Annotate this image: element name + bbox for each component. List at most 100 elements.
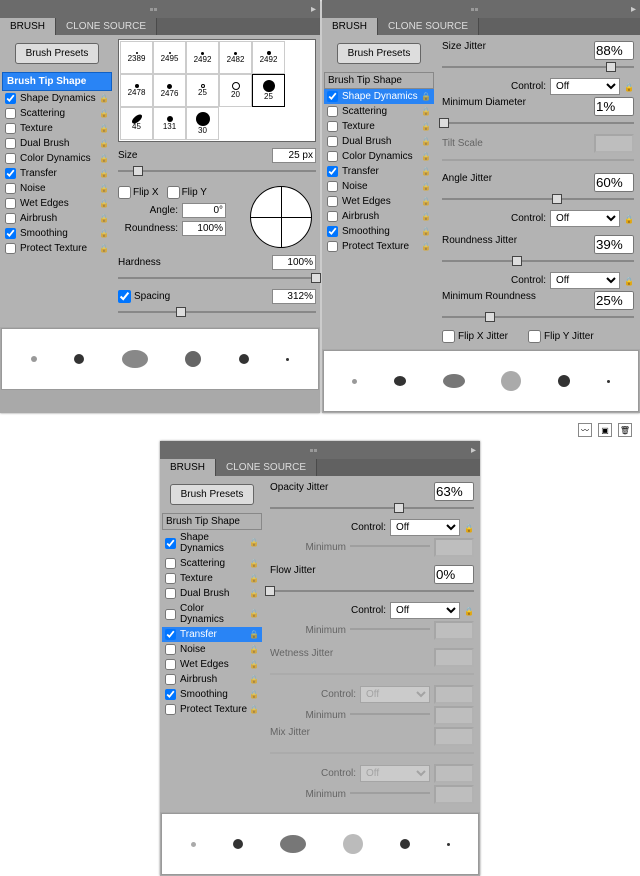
min-diameter-input[interactable]: [594, 97, 634, 116]
sidebar-smoothing[interactable]: Smoothing: [324, 224, 434, 239]
sidebar-shape-dynamics[interactable]: Shape Dynamics: [324, 89, 434, 104]
tab-clone-source[interactable]: CLONE SOURCE: [56, 18, 157, 35]
flow-jitter-input[interactable]: [434, 565, 474, 584]
flow-jitter-slider[interactable]: [270, 586, 474, 596]
brush-sample[interactable]: 45: [120, 107, 153, 140]
sidebar-texture[interactable]: Texture: [324, 119, 434, 134]
sidebar-color-dynamics[interactable]: Color Dynamics: [324, 149, 434, 164]
angle-jitter-slider[interactable]: [442, 194, 634, 204]
brush-presets-button[interactable]: Brush Presets: [170, 484, 255, 505]
min-roundness-input[interactable]: [594, 291, 634, 310]
sidebar-airbrush[interactable]: Airbrush: [2, 211, 112, 226]
sidebar-brush-tip-shape[interactable]: Brush Tip Shape: [162, 513, 262, 530]
close-icon[interactable]: ▸: [467, 445, 480, 456]
min-roundness-slider[interactable]: [442, 312, 634, 322]
sidebar-shape-dynamics[interactable]: Shape Dynamics: [2, 91, 112, 106]
tab-clone-source[interactable]: CLONE SOURCE: [216, 459, 317, 476]
hardness-slider[interactable]: [118, 273, 316, 283]
sidebar-brush-tip-shape[interactable]: Brush Tip Shape: [2, 72, 112, 91]
flip-y-checkbox[interactable]: Flip Y: [167, 186, 207, 199]
sidebar-dual-brush[interactable]: Dual Brush: [2, 136, 112, 151]
spacing-checkbox[interactable]: Spacing: [118, 290, 170, 303]
brush-preview-icon[interactable]: 〰: [578, 423, 592, 437]
lock-icon: [99, 109, 109, 119]
flow-control-select[interactable]: Off: [390, 602, 460, 619]
brush-sample[interactable]: 2478: [120, 74, 153, 107]
sidebar-brush-tip-shape[interactable]: Brush Tip Shape: [324, 72, 434, 89]
tab-brush[interactable]: BRUSH: [322, 18, 378, 35]
roundness-input[interactable]: [182, 221, 226, 236]
sidebar-dual-brush[interactable]: Dual Brush: [324, 134, 434, 149]
sidebar-protect-texture[interactable]: Protect Texture: [324, 239, 434, 254]
sidebar-scattering[interactable]: Scattering: [2, 106, 112, 121]
close-icon[interactable]: ▸: [627, 4, 640, 15]
angle-widget[interactable]: [250, 186, 312, 248]
sidebar-wet-edges[interactable]: Wet Edges: [162, 657, 262, 672]
brush-sample[interactable]: 25: [186, 74, 219, 107]
spacing-input[interactable]: [272, 289, 316, 304]
size-input[interactable]: [272, 148, 316, 163]
roundness-control-select[interactable]: Off: [550, 272, 620, 289]
brush-sample-selected[interactable]: 25: [252, 74, 285, 107]
sidebar-smoothing[interactable]: Smoothing: [162, 687, 262, 702]
brush-sample[interactable]: 2492: [186, 41, 219, 74]
angle-control-select[interactable]: Off: [550, 210, 620, 227]
sidebar-shape-dynamics[interactable]: Shape Dynamics: [162, 530, 262, 556]
lock-icon: [421, 167, 431, 177]
size-slider[interactable]: [118, 166, 316, 176]
brush-sample[interactable]: 20: [219, 74, 252, 107]
close-icon[interactable]: ▸: [307, 4, 320, 15]
sidebar-texture[interactable]: Texture: [162, 571, 262, 586]
roundness-jitter-input[interactable]: [594, 235, 634, 254]
sidebar-protect-texture[interactable]: Protect Texture: [2, 241, 112, 256]
tab-brush[interactable]: BRUSH: [160, 459, 216, 476]
angle-jitter-input[interactable]: [594, 173, 634, 192]
delete-icon[interactable]: 🗑: [618, 423, 632, 437]
sidebar-wet-edges[interactable]: Wet Edges: [324, 194, 434, 209]
sidebar-transfer[interactable]: Transfer: [324, 164, 434, 179]
size-jitter-slider[interactable]: [442, 62, 634, 72]
brush-sample-grid[interactable]: 2389 2495 2492 2482 2492 2478 2476 25 20…: [118, 39, 316, 142]
tab-brush[interactable]: BRUSH: [0, 18, 56, 35]
sidebar-dual-brush[interactable]: Dual Brush: [162, 586, 262, 601]
tab-clone-source[interactable]: CLONE SOURCE: [378, 18, 479, 35]
sidebar-color-dynamics[interactable]: Color Dynamics: [162, 601, 262, 627]
sidebar-noise[interactable]: Noise: [162, 642, 262, 657]
size-jitter-input[interactable]: [594, 41, 634, 60]
sidebar-noise[interactable]: Noise: [324, 179, 434, 194]
brush-sample[interactable]: 2389: [120, 41, 153, 74]
angle-input[interactable]: [182, 203, 226, 218]
sidebar-texture[interactable]: Texture: [2, 121, 112, 136]
sidebar-smoothing[interactable]: Smoothing: [2, 226, 112, 241]
sidebar-noise[interactable]: Noise: [2, 181, 112, 196]
brush-sample[interactable]: 30: [186, 107, 219, 140]
sidebar-airbrush[interactable]: Airbrush: [324, 209, 434, 224]
brush-sample[interactable]: 2476: [153, 74, 186, 107]
brush-sample[interactable]: 2482: [219, 41, 252, 74]
sidebar-transfer[interactable]: Transfer: [2, 166, 112, 181]
size-control-select[interactable]: Off: [550, 78, 620, 95]
hardness-input[interactable]: [272, 255, 316, 270]
flip-x-jitter-checkbox[interactable]: Flip X Jitter: [442, 330, 508, 343]
sidebar-color-dynamics[interactable]: Color Dynamics: [2, 151, 112, 166]
brush-sample[interactable]: 2492: [252, 41, 285, 74]
sidebar-airbrush[interactable]: Airbrush: [162, 672, 262, 687]
flip-y-jitter-checkbox[interactable]: Flip Y Jitter: [528, 330, 594, 343]
opacity-control-select[interactable]: Off: [390, 519, 460, 536]
min-diameter-slider[interactable]: [442, 118, 634, 128]
brush-presets-button[interactable]: Brush Presets: [15, 43, 100, 64]
sidebar-protect-texture[interactable]: Protect Texture: [162, 702, 262, 717]
flip-x-checkbox[interactable]: Flip X: [118, 186, 159, 199]
sidebar-scattering[interactable]: Scattering: [324, 104, 434, 119]
brush-presets-button[interactable]: Brush Presets: [337, 43, 422, 64]
roundness-jitter-slider[interactable]: [442, 256, 634, 266]
opacity-jitter-input[interactable]: [434, 482, 474, 501]
new-preset-icon[interactable]: ▣: [598, 423, 612, 437]
sidebar-wet-edges[interactable]: Wet Edges: [2, 196, 112, 211]
sidebar-scattering[interactable]: Scattering: [162, 556, 262, 571]
opacity-jitter-slider[interactable]: [270, 503, 474, 513]
sidebar-transfer[interactable]: Transfer: [162, 627, 262, 642]
spacing-slider[interactable]: [118, 307, 316, 317]
brush-sample[interactable]: 131: [153, 107, 186, 140]
brush-sample[interactable]: 2495: [153, 41, 186, 74]
